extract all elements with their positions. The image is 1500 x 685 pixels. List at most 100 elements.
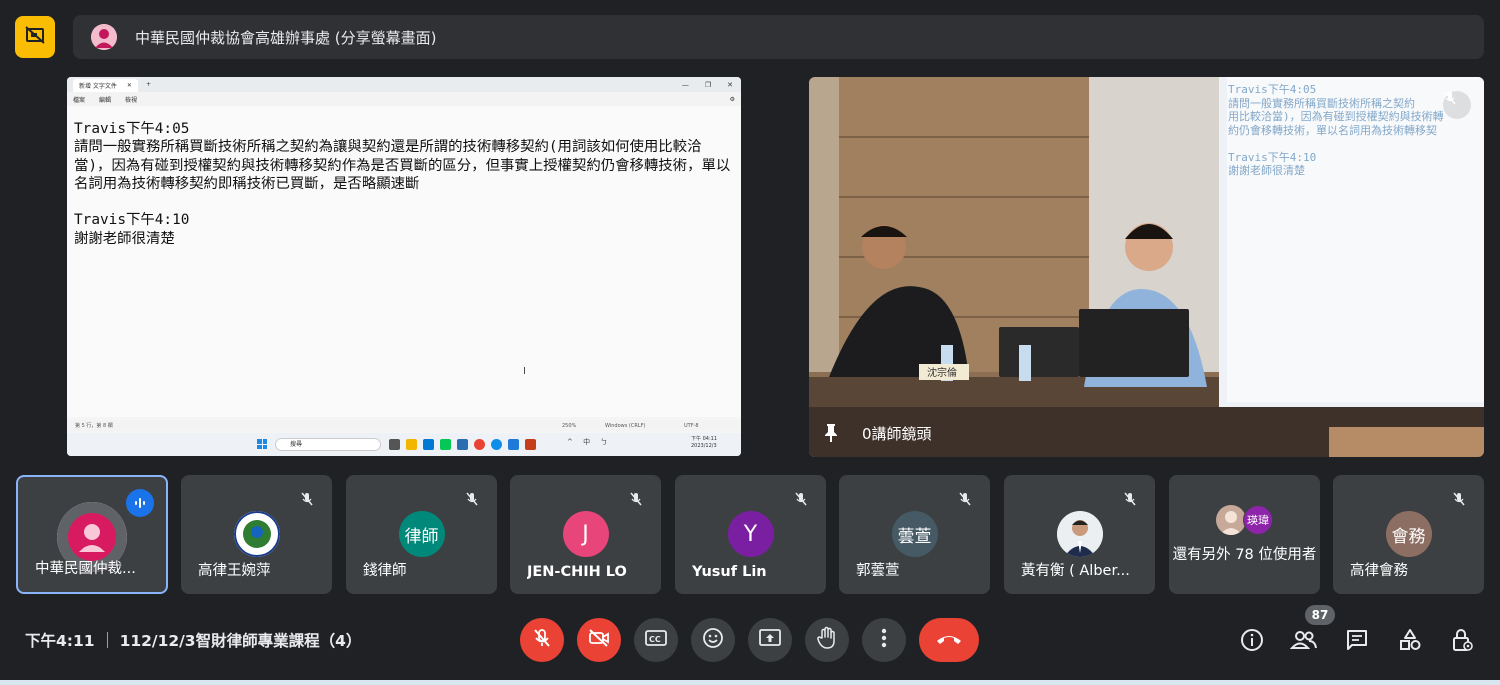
projection-line: 謝謝老師很清楚	[1228, 164, 1305, 177]
avatar	[1216, 505, 1246, 535]
menu-edit[interactable]: 編輯	[99, 95, 111, 104]
avatar: 會務	[1385, 511, 1432, 557]
notepad-icon[interactable]	[508, 439, 519, 450]
notepad-menubar: 檔案 編輯 檢視 ⚙	[67, 92, 741, 106]
avatar: 蕓萱	[891, 511, 938, 557]
presenter-avatar	[91, 24, 117, 50]
text-line: 謝謝老師很清楚	[74, 230, 175, 247]
file-explorer-icon[interactable]	[406, 439, 417, 450]
raise-hand-button[interactable]	[805, 618, 849, 662]
participant-name: Yusuf Lin	[692, 564, 767, 580]
present-badge[interactable]	[15, 16, 55, 58]
people-icon[interactable]	[1290, 626, 1318, 654]
line-icon[interactable]	[440, 439, 451, 450]
info-icon[interactable]	[1238, 626, 1266, 654]
more-options-button[interactable]	[862, 618, 906, 662]
participant-name: 黃有衡 ( Alber...	[1021, 563, 1130, 579]
more-options-icon	[881, 628, 887, 652]
host-controls-icon[interactable]	[1448, 626, 1476, 654]
participant-tile[interactable]: 會務 高律會務	[1333, 475, 1484, 594]
participant-name: 郭蕓萱	[856, 563, 900, 579]
participant-tile[interactable]: J JEN-CHIH LO	[510, 475, 661, 594]
meeting-title: 112/12/3智財律師專業課程（4）	[119, 632, 362, 650]
notepad-tab-title: 新增 文字文件	[79, 83, 117, 90]
windows-taskbar: 搜尋 ^ 中 ㄅ 下午 04:11 2023/12/3	[67, 433, 741, 456]
text-line: 請問一般實務所稱買斷技術所稱之契約為讓與契約還是所謂的技術轉移契約(用詞該如何使…	[74, 139, 731, 192]
participant-name: JEN-CHIH LO	[527, 564, 627, 580]
notepad-text[interactable]: Travis下午4:05 請問一般實務所稱買斷技術所稱之契約為讓與契約還是所謂的…	[67, 106, 741, 417]
participant-tile[interactable]: 黃有衡 ( Alber...	[1004, 475, 1155, 594]
mic-off-icon	[296, 488, 318, 510]
reactions-button[interactable]	[691, 618, 735, 662]
mic-off-icon	[461, 488, 483, 510]
presenter-title: 中華民國仲裁協會高雄辦事處 (分享螢幕畫面)	[135, 28, 437, 47]
camera-tile[interactable]: 沈宗倫 Travis下午4:05 請問一般實務所稱買斷技術所稱之契約 用比較洽當…	[809, 77, 1484, 457]
captions-button[interactable]: CC	[634, 618, 678, 662]
meeting-time: 下午4:11	[25, 632, 95, 650]
participant-tile[interactable]: 蕓萱 郭蕓萱	[839, 475, 990, 594]
participant-tile[interactable]: Y Yusuf Lin	[675, 475, 826, 594]
camera-participant-name: 0講師鏡頭	[862, 425, 932, 443]
chat-icon[interactable]	[1343, 626, 1371, 654]
text-line: Travis下午4:05	[74, 121, 190, 137]
mic-off-icon	[1119, 488, 1141, 510]
present-off-icon	[25, 26, 45, 48]
mic-off-icon	[954, 488, 976, 510]
camera-toggle-button[interactable]	[577, 618, 621, 662]
mic-off-icon	[625, 488, 647, 510]
powerpoint-icon[interactable]	[525, 439, 536, 450]
mic-toggle-button[interactable]	[520, 618, 564, 662]
present-button[interactable]	[748, 618, 792, 662]
system-tray[interactable]: ^ 中 ㄅ	[567, 437, 611, 447]
chrome-icon[interactable]	[474, 439, 485, 450]
new-tab-icon[interactable]: +	[146, 81, 151, 88]
menu-file[interactable]: 檔案	[73, 95, 85, 104]
taskview-icon[interactable]	[389, 439, 400, 450]
participant-tile[interactable]: 律師 錢律師	[346, 475, 497, 594]
text-line: Travis下午4:10	[74, 212, 190, 229]
raise-hand-icon	[816, 626, 838, 654]
bottom-control-bar: 下午4:11 112/12/3智財律師專業課程（4） CC 87	[0, 600, 1500, 680]
status-encoding: UTF-8	[684, 422, 699, 429]
taskbar-clock[interactable]: 下午 04:11 2023/12/3	[691, 436, 717, 450]
close-window-icon[interactable]: ✕	[727, 81, 733, 89]
notepad-titlebar: 新增 文字文件 ✕ + — ❐ ✕	[67, 77, 741, 92]
windows-start-icon[interactable]	[257, 439, 267, 449]
mic-off-icon	[1448, 488, 1470, 510]
taskbar-date: 2023/12/3	[691, 443, 717, 449]
projection-line: 約仍會移轉技術，單以名詞用為技術轉移契	[1228, 123, 1437, 137]
avatar	[233, 511, 280, 557]
text-cursor-icon: I	[523, 366, 526, 377]
notepad-tab[interactable]: 新增 文字文件 ✕	[73, 79, 138, 92]
avatar	[1056, 511, 1103, 557]
participant-name: 高律王婉萍	[198, 563, 271, 579]
taskbar-search-placeholder: 搜尋	[290, 441, 303, 448]
maximize-icon[interactable]: ❐	[705, 81, 711, 89]
more-participants-tile[interactable]: 瑛瑋 還有另外 78 位使用者	[1169, 475, 1320, 594]
taskbar-search[interactable]: 搜尋	[275, 438, 381, 451]
status-position: 第 5 行，第 8 欄	[75, 423, 113, 429]
avatar: 瑛瑋	[1243, 505, 1273, 535]
edge-icon[interactable]	[491, 439, 502, 450]
activities-icon[interactable]	[1396, 626, 1424, 654]
app-icon[interactable]	[457, 439, 468, 450]
participant-name: 中華民國仲裁...	[35, 561, 136, 577]
participant-tile[interactable]: 中華民國仲裁...	[16, 475, 168, 594]
participant-name: 高律會務	[1350, 563, 1408, 579]
svg-text:CC: CC	[649, 635, 661, 644]
shared-screen: 新增 文字文件 ✕ + — ❐ ✕ 檔案 編輯 檢視 ⚙ Travis下午4:0…	[67, 77, 741, 456]
avatar: Y	[727, 511, 774, 557]
menu-view[interactable]: 檢視	[125, 95, 137, 104]
end-call-button[interactable]	[919, 618, 979, 662]
close-icon[interactable]: ✕	[127, 82, 132, 89]
gear-icon[interactable]: ⚙	[730, 96, 735, 103]
store-icon[interactable]	[423, 439, 434, 450]
minimize-icon[interactable]: —	[682, 81, 689, 89]
participant-tile[interactable]: 高律王婉萍	[181, 475, 332, 594]
participant-count-badge: 87	[1305, 605, 1335, 625]
avatar: J	[562, 511, 609, 557]
text-line	[74, 193, 735, 211]
avatar: 律師	[398, 511, 445, 557]
bottom-strip	[0, 680, 1500, 685]
status-eol: Windows (CRLF)	[605, 422, 646, 429]
